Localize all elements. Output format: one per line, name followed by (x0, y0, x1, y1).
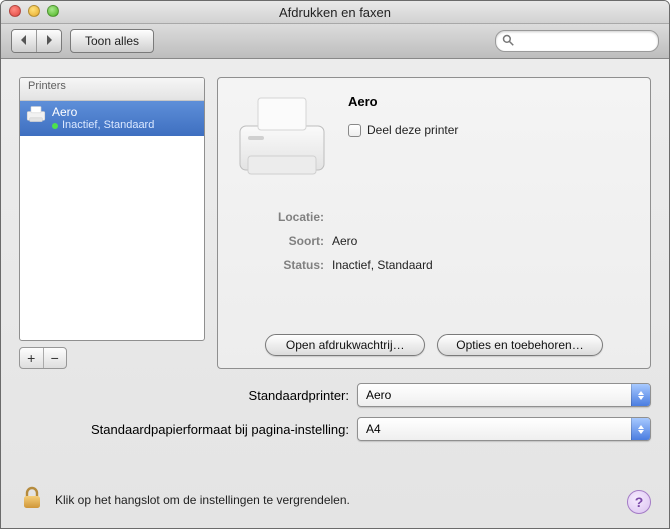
printer-icon (26, 105, 46, 126)
chevron-right-icon (44, 34, 54, 48)
lock-text: Klik op het hangslot om de instellingen … (55, 493, 350, 507)
help-icon: ? (635, 494, 644, 510)
default-paper-value: A4 (366, 422, 381, 436)
status-value: Inactief, Standaard (332, 258, 634, 272)
nav-back-button[interactable] (12, 30, 37, 52)
nav-forward-button[interactable] (37, 30, 61, 52)
default-paper-popup[interactable]: A4 (357, 417, 651, 441)
printer-item-name: Aero (52, 105, 154, 119)
printer-list-item[interactable]: Aero Inactief, Standaard (20, 101, 204, 136)
printer-large-icon (234, 92, 330, 182)
show-all-button[interactable]: Toon alles (70, 29, 154, 53)
remove-printer-button[interactable]: − (44, 348, 67, 368)
default-printer-value: Aero (366, 388, 391, 402)
printer-detail-panel: Aero Deel deze printer Locatie: Soort: A… (217, 77, 651, 369)
window-title: Afdrukken en faxen (279, 5, 391, 20)
printers-list-header: Printers (20, 78, 204, 101)
default-paper-label: Standaardpapierformaat bij pagina-instel… (19, 422, 349, 437)
kind-value: Aero (332, 234, 634, 248)
location-label: Locatie: (234, 210, 324, 224)
default-printer-popup[interactable]: Aero (357, 383, 651, 407)
printer-item-status: Inactief, Standaard (62, 119, 154, 132)
popup-arrows-icon (631, 384, 650, 406)
default-printer-label: Standaardprinter: (19, 388, 349, 403)
share-printer-checkbox[interactable] (348, 124, 361, 137)
titlebar: Afdrukken en faxen (1, 1, 669, 24)
minimize-window-button[interactable] (28, 5, 40, 17)
popup-arrows-icon (631, 418, 650, 440)
printer-name: Aero (348, 94, 458, 109)
kind-label: Soort: (234, 234, 324, 248)
search-icon (502, 34, 514, 49)
options-supplies-button[interactable]: Opties en toebehoren… (437, 334, 602, 356)
chevron-left-icon (19, 34, 29, 48)
show-all-label: Toon alles (85, 34, 139, 48)
close-window-button[interactable] (9, 5, 21, 17)
search-input[interactable] (514, 34, 662, 48)
toolbar: Toon alles (1, 24, 669, 59)
printers-list: Printers Aero Inactief, Standaard (19, 77, 205, 341)
search-field[interactable] (495, 30, 659, 52)
open-print-queue-button[interactable]: Open afdrukwachtrij… (265, 334, 425, 356)
lock-icon[interactable] (19, 485, 45, 514)
help-button[interactable]: ? (627, 490, 651, 514)
zoom-window-button[interactable] (47, 5, 59, 17)
share-printer-label: Deel deze printer (367, 123, 458, 137)
open-print-queue-label: Open afdrukwachtrij… (286, 338, 405, 352)
options-supplies-label: Opties en toebehoren… (456, 338, 583, 352)
status-dot-icon (52, 123, 58, 129)
add-printer-button[interactable]: + (20, 348, 44, 368)
status-label: Status: (234, 258, 324, 272)
